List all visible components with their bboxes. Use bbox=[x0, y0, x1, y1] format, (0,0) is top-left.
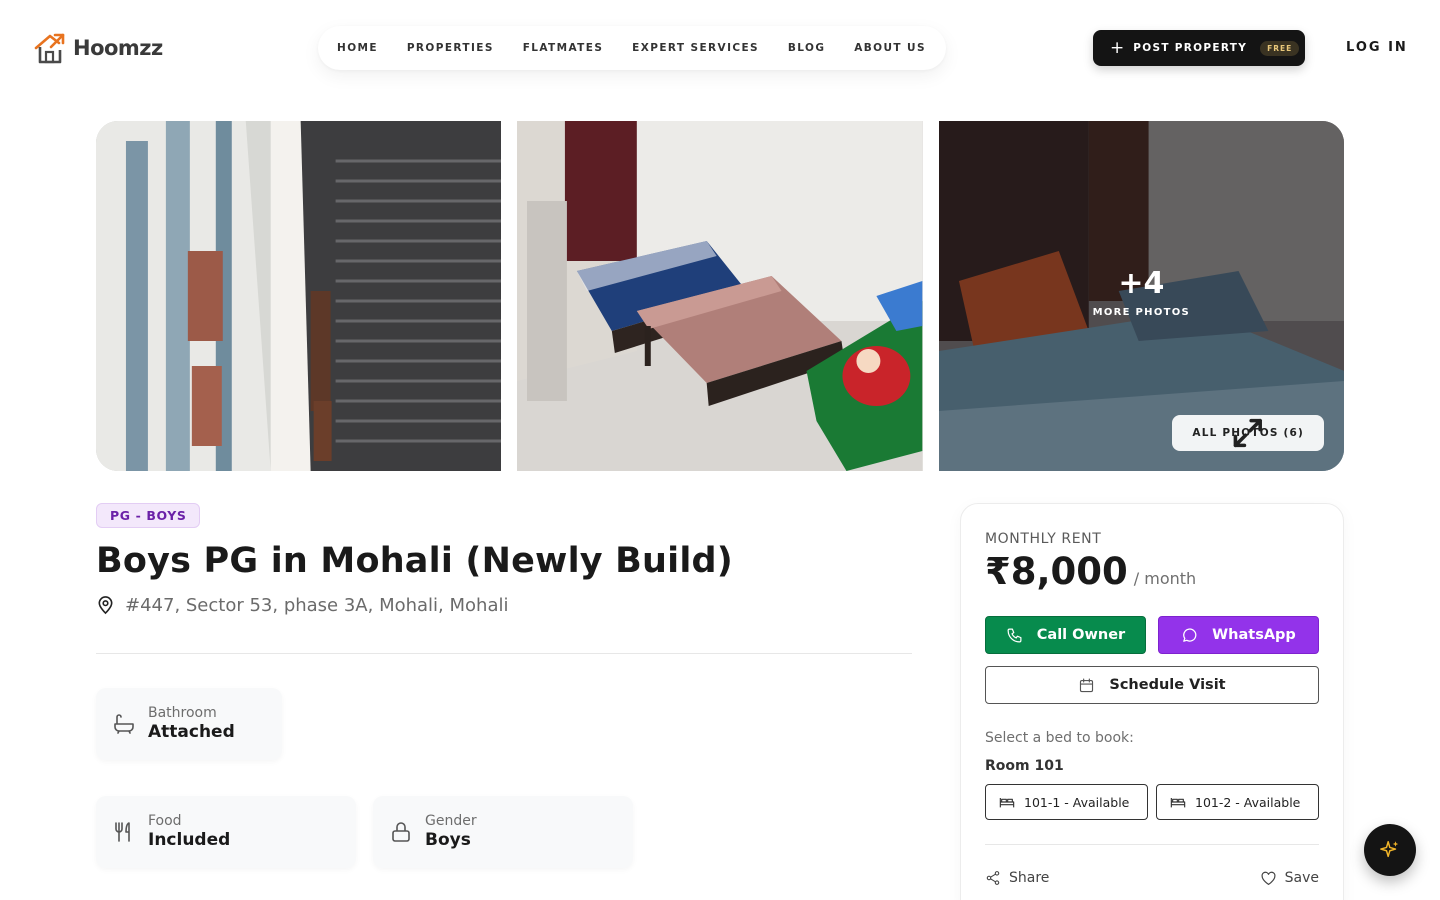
feature-bathroom-value: Attached bbox=[148, 722, 235, 743]
feature-bathroom-label: Bathroom bbox=[148, 704, 217, 721]
bed-icon bbox=[999, 798, 1015, 808]
more-photos-overlay: +4 MORE PHOTOS bbox=[939, 266, 1344, 319]
calendar-icon bbox=[1080, 678, 1094, 692]
house-logo-icon bbox=[34, 33, 65, 64]
nav-blog[interactable]: BLOG bbox=[788, 42, 825, 54]
rent-price: ₹8,000 / month bbox=[985, 550, 1196, 593]
schedule-visit-button[interactable]: Schedule Visit bbox=[985, 666, 1319, 704]
utensils-icon bbox=[115, 822, 130, 842]
plus-icon: + bbox=[1110, 37, 1125, 58]
more-photos-label: MORE PHOTOS bbox=[1092, 307, 1191, 318]
login-link[interactable]: LOG IN bbox=[1346, 40, 1408, 55]
nav-flatmates[interactable]: FLATMATES bbox=[523, 42, 604, 54]
feature-food: Food Included bbox=[96, 796, 356, 868]
main-nav: HOME PROPERTIES FLATMATES EXPERT SERVICE… bbox=[318, 26, 946, 70]
address-text: #447, Sector 53, phase 3A, Mohali, Mohal… bbox=[125, 595, 509, 616]
nav-about-us[interactable]: ABOUT US bbox=[854, 42, 926, 54]
whatsapp-label: WhatsApp bbox=[1212, 627, 1296, 643]
brand-logo[interactable]: Hoomzz bbox=[33, 31, 163, 65]
map-pin-icon bbox=[98, 596, 113, 615]
call-owner-label: Call Owner bbox=[1036, 627, 1126, 643]
save-label: Save bbox=[1284, 870, 1319, 886]
save-button[interactable]: Save bbox=[1260, 870, 1319, 886]
room-name: Room 101 bbox=[985, 758, 1064, 774]
photo-bedroom-more[interactable]: +4 MORE PHOTOS ALL PHOTOS (6) bbox=[938, 121, 1344, 471]
share-button[interactable]: Share bbox=[985, 870, 1049, 886]
nav-properties[interactable]: PROPERTIES bbox=[407, 42, 494, 54]
bed-option-101-1[interactable]: 101-1 - Available bbox=[985, 784, 1148, 820]
post-property-label: POST PROPERTY bbox=[1133, 42, 1248, 54]
phone-icon bbox=[1007, 628, 1022, 642]
heart-icon bbox=[1261, 871, 1276, 885]
photo-building-exterior[interactable] bbox=[96, 121, 502, 471]
bed-option-101-2[interactable]: 101-2 - Available bbox=[1156, 784, 1319, 820]
share-label: Share bbox=[1009, 870, 1050, 886]
whatsapp-button[interactable]: WhatsApp bbox=[1158, 616, 1319, 654]
feature-food-value: Included bbox=[148, 830, 231, 851]
bed-option-label: 101-2 - Available bbox=[1195, 794, 1301, 810]
free-badge: FREE bbox=[1260, 40, 1300, 56]
feature-food-label: Food bbox=[148, 812, 182, 829]
call-owner-button[interactable]: Call Owner bbox=[985, 616, 1146, 654]
rent-period: / month bbox=[1133, 569, 1197, 588]
feature-gender-value: Boys bbox=[425, 830, 471, 851]
brand-name: Hoomzz bbox=[73, 36, 163, 60]
rent-label: MONTHLY RENT bbox=[985, 531, 1102, 547]
bed-option-label: 101-1 - Available bbox=[1024, 794, 1130, 810]
sparkle-icon bbox=[1380, 841, 1399, 858]
section-divider bbox=[96, 653, 912, 654]
listing-address: #447, Sector 53, phase 3A, Mohali, Mohal… bbox=[96, 595, 508, 616]
nav-expert-services[interactable]: EXPERT SERVICES bbox=[632, 42, 759, 54]
bed-icon bbox=[1170, 798, 1186, 808]
ai-assistant-button[interactable] bbox=[1364, 824, 1416, 876]
all-photos-button[interactable]: ALL PHOTOS (6) bbox=[1172, 415, 1324, 451]
feature-gender: Gender Boys bbox=[373, 796, 633, 868]
expand-icon bbox=[1234, 418, 1263, 448]
lock-icon bbox=[392, 822, 410, 842]
bathtub-icon bbox=[114, 714, 134, 734]
photo-bedroom[interactable] bbox=[517, 121, 923, 471]
feature-bathroom: Bathroom Attached bbox=[96, 688, 282, 760]
listing-type-badge: PG - BOYS bbox=[96, 503, 201, 528]
listing-title: Boys PG in Mohali (Newly Build) bbox=[96, 541, 734, 581]
bed-select-prompt: Select a bed to book: bbox=[985, 730, 1134, 746]
schedule-visit-label: Schedule Visit bbox=[1109, 677, 1226, 693]
feature-gender-label: Gender bbox=[425, 812, 477, 829]
share-icon bbox=[986, 871, 1000, 885]
card-divider bbox=[985, 844, 1319, 845]
more-photos-count: +4 bbox=[1118, 266, 1165, 301]
post-property-button[interactable]: + POST PROPERTY FREE bbox=[1093, 30, 1305, 66]
bedroom-photo-image bbox=[517, 121, 923, 471]
building-photo-image bbox=[96, 121, 502, 471]
booking-card: MONTHLY RENT ₹8,000 / month Call Owner W… bbox=[960, 503, 1344, 900]
chat-bubble-icon bbox=[1183, 627, 1197, 642]
rent-amount: ₹8,000 bbox=[985, 550, 1128, 593]
nav-home[interactable]: HOME bbox=[337, 42, 378, 54]
photo-gallery: +4 MORE PHOTOS ALL PHOTOS (6) bbox=[96, 121, 1344, 471]
